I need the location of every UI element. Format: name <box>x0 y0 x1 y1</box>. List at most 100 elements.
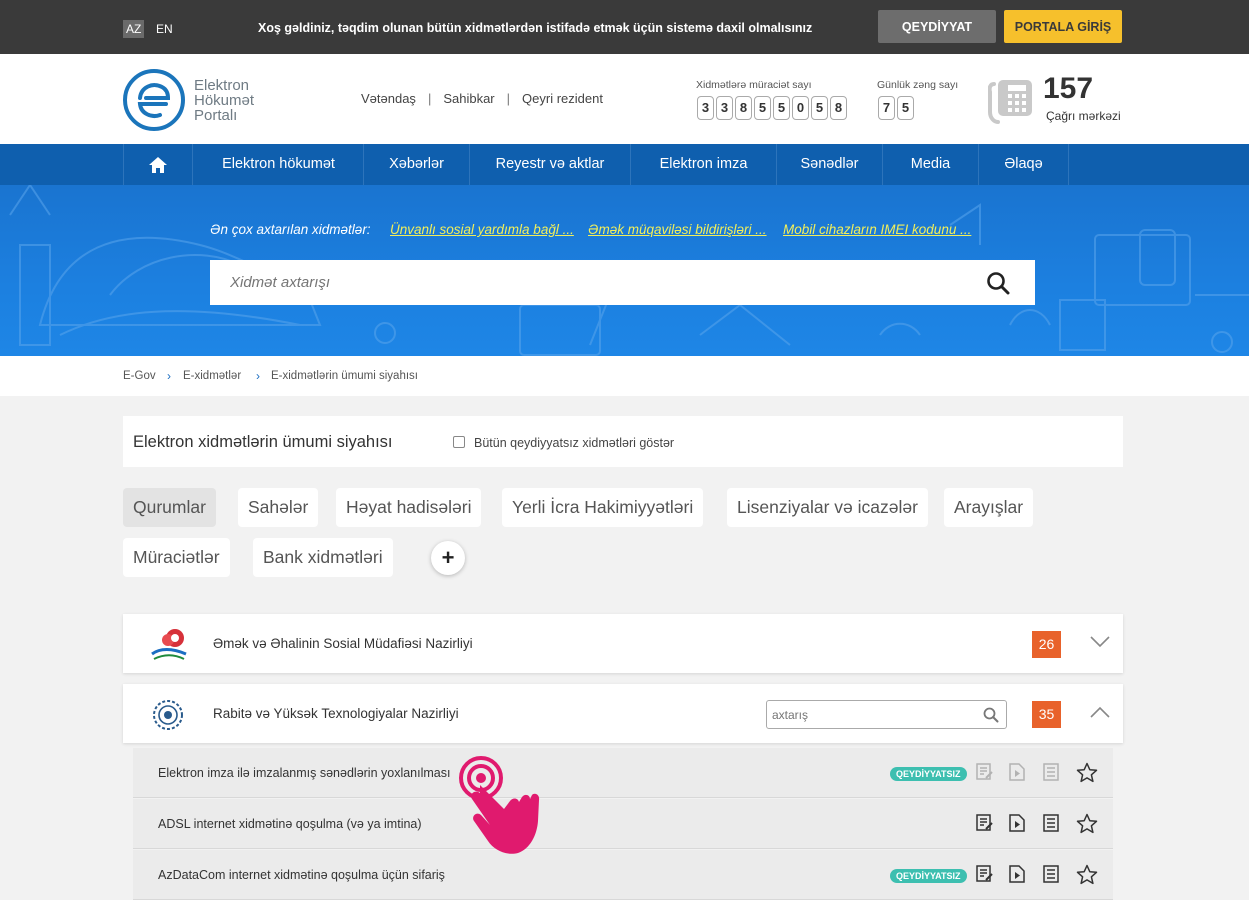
hand-pointer-icon <box>459 756 540 854</box>
egov-logo-icon[interactable] <box>122 68 186 132</box>
service-count-badge: 26 <box>1032 631 1061 658</box>
video-icon[interactable] <box>1009 865 1025 883</box>
counter-digit: 8 <box>830 96 847 120</box>
add-filter-button[interactable]: + <box>431 541 465 575</box>
agency-name: Əmək və Əhalinin Sosial Müdafiəsi Nazirl… <box>213 636 473 651</box>
popular-service-link[interactable]: Mobil cihazların IMEI kodunu ... <box>783 222 971 237</box>
service-search-box <box>210 260 1035 305</box>
counter-digit: 3 <box>716 96 733 120</box>
filter-chip-fields[interactable]: Sahələr <box>238 488 319 527</box>
popular-service-link[interactable]: Ünvanlı sosial yardımla bağl ... <box>390 222 574 237</box>
user-type-nonresident-link[interactable]: Qeyri rezident <box>522 91 603 106</box>
applications-counter-label: Xidmətlərə müraciət sayı <box>696 79 812 91</box>
document-edit-icon[interactable] <box>976 865 994 883</box>
logo-line-2: Hökumət <box>194 92 255 109</box>
user-type-entrepreneur-link[interactable]: Sahibkar <box>443 91 494 106</box>
counter-digit: 5 <box>754 96 771 120</box>
page-title: Elektron xidmətlərin ümumi siyahısı <box>133 433 393 451</box>
breadcrumb-current: E-xidmətlərin ümumi siyahısı <box>271 370 418 382</box>
filter-chip-institutions[interactable]: Qurumlar <box>123 488 216 527</box>
counter-digit: 5 <box>811 96 828 120</box>
service-name[interactable]: AzDataCom internet xidmətinə qoşulma üçü… <box>158 868 445 882</box>
call-center-label: Çağrı mərkəzi <box>1046 109 1121 123</box>
top-bar: AZ EN Xoş gəldiniz, təqdim olunan bütün … <box>0 0 1249 54</box>
document-edit-icon[interactable] <box>976 763 994 781</box>
register-button[interactable]: QEYDİYYAT <box>878 10 996 43</box>
ministry-communications-logo-icon <box>153 700 183 730</box>
star-icon[interactable] <box>1076 864 1098 885</box>
service-search-input[interactable] <box>230 260 970 305</box>
nav-item-registry[interactable]: Reyestr və aktlar <box>470 144 631 185</box>
counter-digit: 5 <box>897 96 914 120</box>
user-type-links: Vətəndaş | Sahibkar | Qeyri rezident <box>361 91 603 106</box>
list-icon[interactable] <box>1043 865 1059 883</box>
list-icon[interactable] <box>1043 763 1059 781</box>
nav-item-media[interactable]: Media <box>883 144 979 185</box>
lang-az-button[interactable]: AZ <box>123 20 145 38</box>
filter-chip-local-authorities[interactable]: Yerli İcra Hakimiyyətləri <box>502 488 704 527</box>
counter-digit: 0 <box>792 96 809 120</box>
filter-chip-bank-services[interactable]: Bank xidmətləri <box>253 538 393 577</box>
chevron-down-icon[interactable] <box>1090 636 1110 648</box>
nav-home[interactable] <box>123 144 193 185</box>
breadcrumb-egov-link[interactable]: E-Gov <box>123 370 156 382</box>
header: Elektron Hökumət Portalı Vətəndaş | Sahibk… <box>0 54 1249 144</box>
unregistered-badge: QEYDİYYATSIZ <box>890 767 967 781</box>
logo-text[interactable]: Elektron Hökumət Portalı <box>194 78 254 123</box>
applications-counter: 3 3 8 5 5 0 5 8 <box>697 96 847 120</box>
phone-icon <box>988 80 1032 124</box>
breadcrumb-separator: › <box>167 369 171 383</box>
filter-chip-applications[interactable]: Müraciətlər <box>123 538 230 577</box>
call-center-number[interactable]: 157 <box>1043 74 1093 104</box>
video-icon[interactable] <box>1009 763 1025 781</box>
separator: | <box>427 91 432 106</box>
service-row[interactable]: Elektron imza ilə imzalanmış sənədlərin … <box>133 748 1113 798</box>
agency-row[interactable]: Rabitə və Yüksək Texnologiyalar Nazirliy… <box>123 684 1123 743</box>
service-row[interactable]: AzDataCom internet xidmətinə qoşulma üçü… <box>133 850 1113 900</box>
nav-item-documents[interactable]: Sənədlər <box>777 144 883 185</box>
list-icon[interactable] <box>1043 814 1059 832</box>
filter-chip-life-events[interactable]: Həyat hadisələri <box>336 488 482 527</box>
agency-row[interactable]: Əmək və Əhalinin Sosial Müdafiəsi Nazirl… <box>123 614 1123 673</box>
ministry-labour-logo-icon <box>151 629 187 660</box>
counter-digit: 7 <box>878 96 895 120</box>
user-type-citizen-link[interactable]: Vətəndaş <box>361 91 416 106</box>
nav-item-news[interactable]: Xəbərlər <box>364 144 470 185</box>
daily-calls-counter: 7 5 <box>878 96 914 120</box>
document-edit-icon[interactable] <box>976 814 994 832</box>
show-unregistered-label[interactable]: Bütün qeydiyyatsız xidmətləri göstər <box>474 436 674 450</box>
breadcrumb-separator: › <box>256 369 260 383</box>
welcome-message: Xoş gəldiniz, təqdim olunan bütün xidmət… <box>258 21 813 35</box>
video-icon[interactable] <box>1009 814 1025 832</box>
agency-name: Rabitə və Yüksək Texnologiyalar Nazirliy… <box>213 706 459 721</box>
star-icon[interactable] <box>1076 813 1098 834</box>
service-count-badge: 35 <box>1032 701 1061 728</box>
filter-chip-references[interactable]: Arayışlar <box>944 488 1034 527</box>
search-icon[interactable] <box>983 707 999 723</box>
nav-item-contact[interactable]: Əlaqə <box>979 144 1069 185</box>
nav-item-e-signature[interactable]: Elektron imza <box>631 144 777 185</box>
popular-service-link[interactable]: Əmək müqaviləsi bildirişləri ... <box>588 222 767 237</box>
logo-line-1: Elektron <box>194 77 250 94</box>
service-name[interactable]: Elektron imza ilə imzalanmış sənədlərin … <box>158 766 450 780</box>
agency-search-box <box>766 700 1007 729</box>
logo-line-3: Portalı <box>194 107 238 124</box>
lang-en-button[interactable]: EN <box>153 20 176 38</box>
star-icon[interactable] <box>1076 762 1098 783</box>
chevron-up-icon[interactable] <box>1090 706 1110 718</box>
portal-login-button[interactable]: PORTALA GİRİŞ <box>1004 10 1122 43</box>
breadcrumb-eservices-link[interactable]: E-xidmətlər <box>183 370 241 382</box>
counter-digit: 5 <box>773 96 790 120</box>
daily-calls-label: Günlük zəng sayı <box>877 79 959 91</box>
services-title-panel: Elektron xidmətlərin ümumi siyahısı Bütü… <box>123 416 1123 467</box>
search-icon[interactable] <box>986 271 1012 295</box>
service-name[interactable]: ADSL internet xidmətinə qoşulma (və ya i… <box>158 817 422 831</box>
unregistered-badge: QEYDİYYATSIZ <box>890 869 967 883</box>
service-row[interactable]: ADSL internet xidmətinə qoşulma (və ya i… <box>133 799 1113 849</box>
filter-chip-licenses[interactable]: Lisenziyalar və icazələr <box>727 488 928 527</box>
nav-item-e-government[interactable]: Elektron hökumət <box>194 144 364 185</box>
counter-digit: 8 <box>735 96 752 120</box>
agency-search-input[interactable] <box>772 701 972 728</box>
show-unregistered-checkbox[interactable] <box>453 436 465 448</box>
separator: | <box>506 91 511 106</box>
